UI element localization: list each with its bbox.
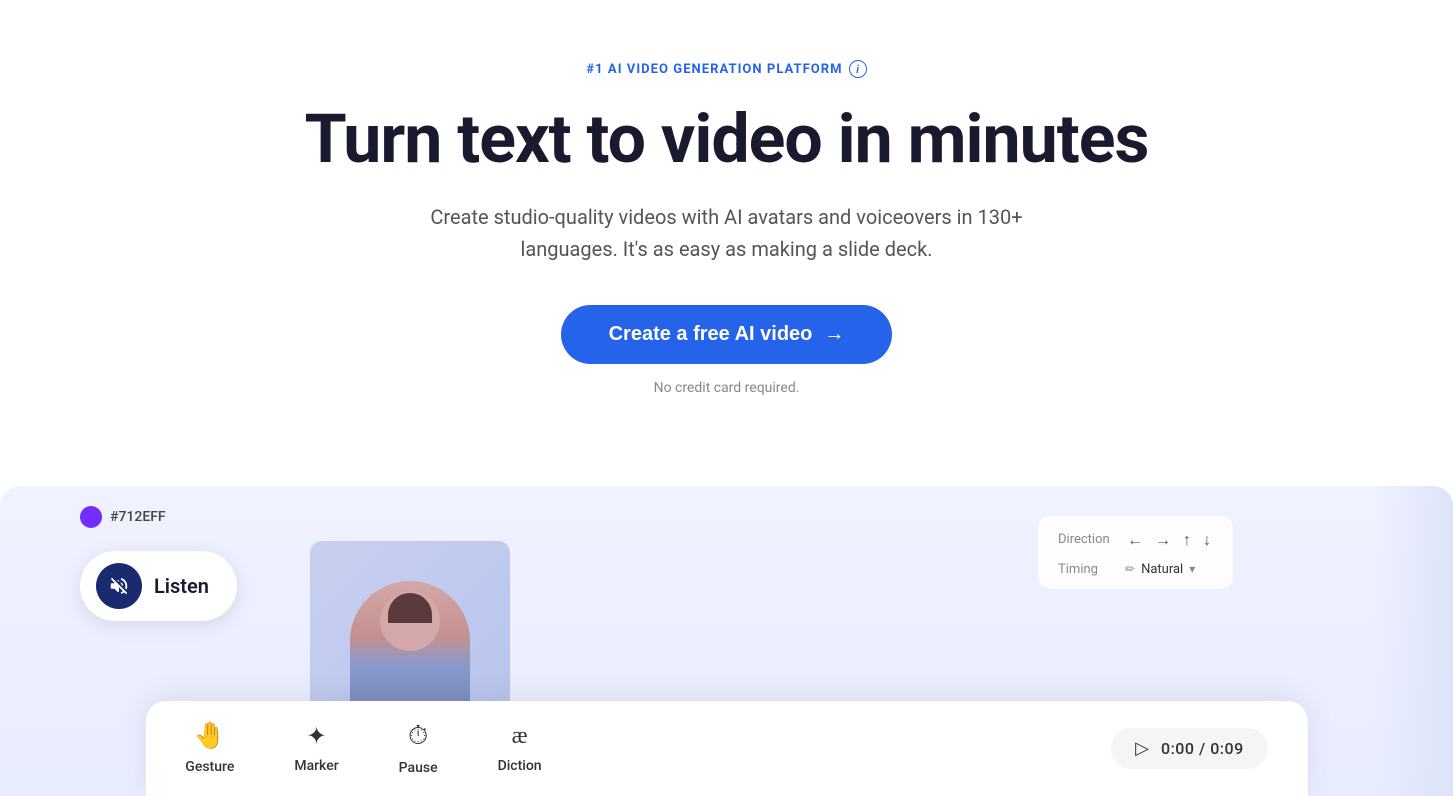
pause-icon: ⏱ <box>408 721 428 752</box>
time-display: 0:00 / 0:09 <box>1161 739 1244 758</box>
color-dot <box>80 506 102 528</box>
hero-section: #1 AI VIDEO GENERATION PLATFORM i Turn t… <box>0 0 1453 486</box>
color-swatch: #712EFF <box>80 506 166 528</box>
preview-inner: #712EFF Listen Direction <box>0 486 1453 796</box>
timing-label: Timing <box>1058 562 1113 577</box>
right-fade-overlay <box>1373 486 1453 796</box>
hero-title: Turn text to video in minutes <box>305 102 1149 177</box>
gesture-label: Gesture <box>185 759 234 775</box>
platform-badge-text: #1 AI VIDEO GENERATION PLATFORM <box>586 62 842 77</box>
gesture-icon: 🤚 <box>194 721 226 751</box>
direction-arrows: ← → ↑ ↓ <box>1125 528 1213 552</box>
avatar-head <box>380 591 440 651</box>
avatar-card <box>310 541 510 721</box>
dir-up-arrow[interactable]: ↑ <box>1181 528 1193 552</box>
marker-label: Marker <box>294 758 338 774</box>
listen-mute-icon <box>96 563 142 609</box>
avatar-figure <box>350 581 470 721</box>
listen-button[interactable]: Listen <box>80 551 237 621</box>
timing-caret-icon: ▾ <box>1189 562 1195 576</box>
no-credit-card-text: No credit card required. <box>654 380 800 396</box>
preview-section: #712EFF Listen Direction <box>0 486 1453 796</box>
gesture-tool[interactable]: 🤚 Gesture <box>185 721 234 775</box>
direction-row: Direction ← → ↑ ↓ <box>1058 528 1213 552</box>
pause-tool[interactable]: ⏱ Pause <box>399 721 438 776</box>
color-hex-label: #712EFF <box>110 509 166 525</box>
play-button[interactable]: ▷ <box>1135 738 1149 759</box>
cta-label: Create a free AI video <box>609 323 813 346</box>
dir-left-arrow[interactable]: ← <box>1125 528 1145 552</box>
info-icon[interactable]: i <box>849 60 867 78</box>
diction-tool[interactable]: æ Diction <box>498 723 542 774</box>
create-video-button[interactable]: Create a free AI video → <box>561 305 893 364</box>
timing-value: Natural <box>1141 562 1183 577</box>
direction-controls: Direction ← → ↑ ↓ Timing ✏ Natural ▾ <box>1038 516 1233 589</box>
platform-badge: #1 AI VIDEO GENERATION PLATFORM i <box>586 60 866 78</box>
cta-arrow: → <box>824 323 844 346</box>
timing-row: Timing ✏ Natural ▾ <box>1058 562 1213 577</box>
playback-control: ▷ 0:00 / 0:09 <box>1111 728 1268 769</box>
diction-label: Diction <box>498 758 542 774</box>
dir-right-arrow[interactable]: → <box>1153 528 1173 552</box>
dir-down-arrow[interactable]: ↓ <box>1201 528 1213 552</box>
marker-tool[interactable]: ✦ Marker <box>294 722 338 774</box>
timing-pencil-icon: ✏ <box>1125 562 1135 576</box>
bottom-toolbar: 🤚 Gesture ✦ Marker ⏱ Pause æ Diction ▷ <box>145 701 1307 796</box>
marker-icon: ✦ <box>306 722 326 750</box>
toolbar-tools: 🤚 Gesture ✦ Marker ⏱ Pause æ Diction <box>185 721 541 776</box>
listen-text: Listen <box>154 574 209 598</box>
diction-icon: æ <box>512 723 528 750</box>
hero-subtitle: Create studio-quality videos with AI ava… <box>387 201 1067 265</box>
pause-label: Pause <box>399 760 438 776</box>
direction-label: Direction <box>1058 532 1113 547</box>
avatar-hair <box>388 593 432 623</box>
timing-dropdown[interactable]: ✏ Natural ▾ <box>1125 562 1195 577</box>
